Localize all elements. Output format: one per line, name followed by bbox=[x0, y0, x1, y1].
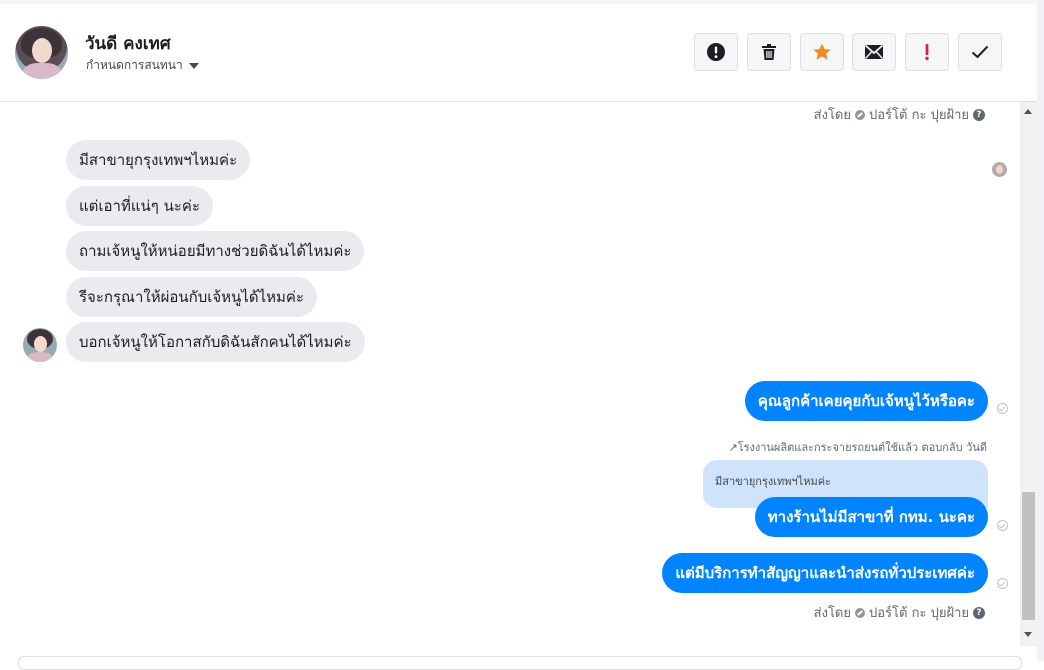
conversation-header: วันดี คงเทศ กำหนดการสนทนา bbox=[0, 4, 1037, 102]
scroll-down-arrow-icon[interactable] bbox=[1024, 632, 1032, 637]
conversation-settings-dropdown[interactable]: กำหนดการสนทนา bbox=[86, 56, 199, 75]
caret-down-icon bbox=[188, 62, 199, 69]
reply-note-text: โรงงานผลิตและกระจายรถยนต์ใช้แล้ว ตอบกลับ… bbox=[737, 441, 987, 454]
mark-unread-button[interactable] bbox=[852, 33, 896, 71]
scrollbar-thumb[interactable] bbox=[1022, 492, 1035, 620]
sent-by-name[interactable]: ปอร์โต้ กะ ปุยฝ้าย bbox=[869, 104, 969, 125]
outgoing-message[interactable]: ทางร้านไม่มีสาขาที่ กทม. นะคะ bbox=[754, 497, 988, 537]
sent-by-label: ส่งโดย bbox=[813, 108, 851, 123]
reply-arrow-icon: ↗ bbox=[728, 441, 738, 454]
outgoing-message[interactable]: คุณลูกค้าเคยคุยกับเจ้หนูไว้หรือคะ bbox=[744, 381, 988, 421]
checkmark-icon bbox=[971, 45, 989, 59]
reply-note: ↗โรงงานผลิตและกระจายรถยนต์ใช้แล้ว ตอบกลั… bbox=[728, 438, 987, 456]
contact-avatar-small[interactable] bbox=[23, 328, 57, 362]
incoming-message[interactable]: ถามเจ้หนูให้หน่อยมีทางช่วยดิฉันได้ไหมค่ะ bbox=[66, 231, 365, 271]
sent-check-icon bbox=[997, 578, 1008, 589]
delete-button[interactable] bbox=[747, 33, 791, 71]
contact-name[interactable]: วันดี คงเทศ bbox=[85, 30, 171, 57]
trash-icon bbox=[762, 44, 776, 60]
help-icon[interactable]: ? bbox=[973, 606, 985, 619]
incoming-message[interactable]: บอกเจ้หนูให้โอกาสกับดิฉันสักคนได้ไหมค่ะ bbox=[66, 322, 365, 362]
sent-by-info-bottom: ส่งโดย ปอร์โต้ กะ ปุยฝ้าย ? bbox=[814, 602, 985, 623]
message-list: ส่งโดย ปอร์โต้ กะ ปุยฝ้าย ? มีสาขายุกรุง… bbox=[0, 102, 1020, 656]
contact-avatar[interactable] bbox=[15, 26, 68, 79]
mark-done-button[interactable] bbox=[958, 33, 1002, 71]
star-button[interactable] bbox=[800, 33, 844, 71]
sent-by-info-top: ส่งโดย ปอร์โต้ กะ ปุยฝ้าย ? bbox=[814, 104, 985, 125]
sent-check-icon bbox=[997, 520, 1008, 531]
sent-by-name[interactable]: ปอร์โต้ กะ ปุยฝ้าย bbox=[869, 602, 969, 623]
message-composer[interactable] bbox=[18, 656, 1022, 670]
message-scrollbar[interactable] bbox=[1020, 102, 1037, 646]
pencil-circle-icon bbox=[855, 607, 865, 618]
window-right-edge bbox=[1037, 0, 1044, 661]
exclamation-circle-icon bbox=[707, 43, 725, 61]
seen-by-avatar bbox=[992, 162, 1007, 177]
scroll-up-arrow-icon[interactable] bbox=[1024, 109, 1032, 114]
conversation-settings-label: กำหนดการสนทนา bbox=[86, 58, 183, 72]
mark-spam-button[interactable] bbox=[694, 33, 738, 71]
outgoing-message[interactable]: แต่มีบริการทำสัญญาและนำส่งรถทั่วประเทศค่… bbox=[662, 553, 988, 593]
follow-up-button[interactable] bbox=[905, 33, 949, 71]
envelope-icon bbox=[864, 44, 884, 59]
sent-by-label: ส่งโดย bbox=[813, 606, 851, 621]
incoming-message[interactable]: แต่เอาที่แน่ๆ นะค่ะ bbox=[66, 186, 214, 226]
help-icon[interactable]: ? bbox=[973, 108, 985, 121]
sent-check-icon bbox=[997, 403, 1008, 414]
star-icon bbox=[813, 43, 831, 60]
exclamation-icon bbox=[925, 44, 929, 61]
pencil-circle-icon bbox=[855, 109, 865, 120]
incoming-message[interactable]: รีจะกรุณาให้ผ่อนกับเจ้หนูได้ไหมค่ะ bbox=[66, 277, 317, 317]
incoming-message[interactable]: มีสาขายุกรุงเทพฯไหมค่ะ bbox=[66, 140, 251, 180]
